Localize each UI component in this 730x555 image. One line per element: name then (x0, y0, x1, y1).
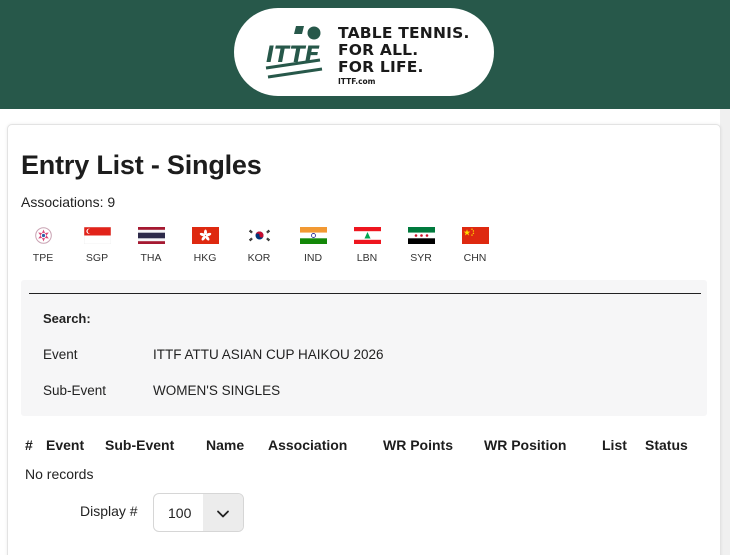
logo-mark-text: ITTF (266, 43, 320, 68)
column-header-list[interactable]: List (602, 437, 627, 453)
association-ind[interactable]: IND (291, 227, 335, 267)
ittf-logo[interactable]: ITTF TABLE TENNIS. FOR ALL. FOR LIFE. IT… (234, 8, 494, 96)
column-header-wr-points[interactable]: WR Points (383, 437, 453, 453)
event-label: Event (43, 347, 78, 362)
chevron-down-icon (217, 510, 229, 518)
page-title: Entry List - Singles (21, 150, 262, 180)
column-header-sub-event[interactable]: Sub-Event (105, 437, 174, 453)
subevent-value: WOMEN'S SINGLES (153, 383, 281, 398)
association-lbn[interactable]: LBN (345, 227, 389, 267)
logo-line-3: FOR LIFE. (338, 58, 424, 76)
lbn-flag-icon (353, 227, 381, 244)
ind-flag-icon (299, 227, 327, 244)
association-hkg[interactable]: HKG (183, 227, 227, 267)
associations-count: Associations: 9 (21, 194, 116, 210)
header-banner: ITTF TABLE TENNIS. FOR ALL. FOR LIFE. IT… (0, 0, 730, 109)
search-divider (29, 293, 701, 294)
column-header-status[interactable]: Status (645, 437, 688, 453)
association-code: SGP (85, 252, 109, 264)
search-panel: Search: Event ITTF ATTU ASIAN CUP HAIKOU… (21, 280, 707, 416)
column-header-wr-position[interactable]: WR Position (484, 437, 566, 453)
column-header-event[interactable]: Event (46, 437, 84, 453)
association-code: HKG (193, 252, 217, 264)
column-header-name[interactable]: Name (206, 437, 244, 453)
association-syr[interactable]: SYR (399, 227, 443, 267)
page-scroll-gutter (720, 109, 730, 555)
association-tha[interactable]: THA (129, 227, 173, 267)
association-code: TPE (32, 252, 54, 264)
display-count-toggle[interactable] (203, 494, 243, 531)
association-kor[interactable]: KOR (237, 227, 281, 267)
hkg-flag-icon (191, 227, 219, 244)
subevent-label: Sub-Event (43, 383, 107, 398)
column-header-number[interactable]: # (25, 437, 33, 453)
association-code: THA (140, 252, 162, 264)
logo-line-2: FOR ALL. (338, 41, 419, 59)
display-count-value: 100 (168, 505, 192, 521)
tpe-flag-icon (34, 227, 52, 244)
sgp-flag-icon (83, 227, 111, 244)
tha-flag-icon (137, 227, 165, 244)
logo-url: ITTF.com (338, 77, 376, 86)
association-code: LBN (356, 252, 378, 264)
column-header-association[interactable]: Association (268, 437, 347, 453)
ittf-logo-mark: ITTF (265, 26, 323, 79)
association-chn[interactable]: CHN (453, 227, 497, 267)
association-tpe[interactable]: TPE (21, 227, 65, 267)
logo-line-1: TABLE TENNIS. (338, 24, 470, 42)
association-code: SYR (410, 252, 432, 264)
search-heading: Search: (43, 311, 91, 326)
event-value: ITTF ATTU ASIAN CUP HAIKOU 2026 (153, 347, 384, 362)
kor-flag-icon (245, 227, 273, 244)
chn-flag-icon (461, 227, 489, 244)
empty-table-message: No records (25, 466, 94, 482)
display-count-label: Display # (80, 503, 138, 519)
association-code: IND (303, 252, 323, 264)
association-sgp[interactable]: SGP (75, 227, 119, 267)
syr-flag-icon (407, 227, 435, 244)
association-code: CHN (463, 252, 487, 264)
logo-wordmark: TABLE TENNIS. FOR ALL. FOR LIFE. ITTF.co… (338, 25, 470, 87)
display-count-select[interactable]: 100 (153, 493, 244, 532)
association-code: KOR (247, 252, 271, 264)
